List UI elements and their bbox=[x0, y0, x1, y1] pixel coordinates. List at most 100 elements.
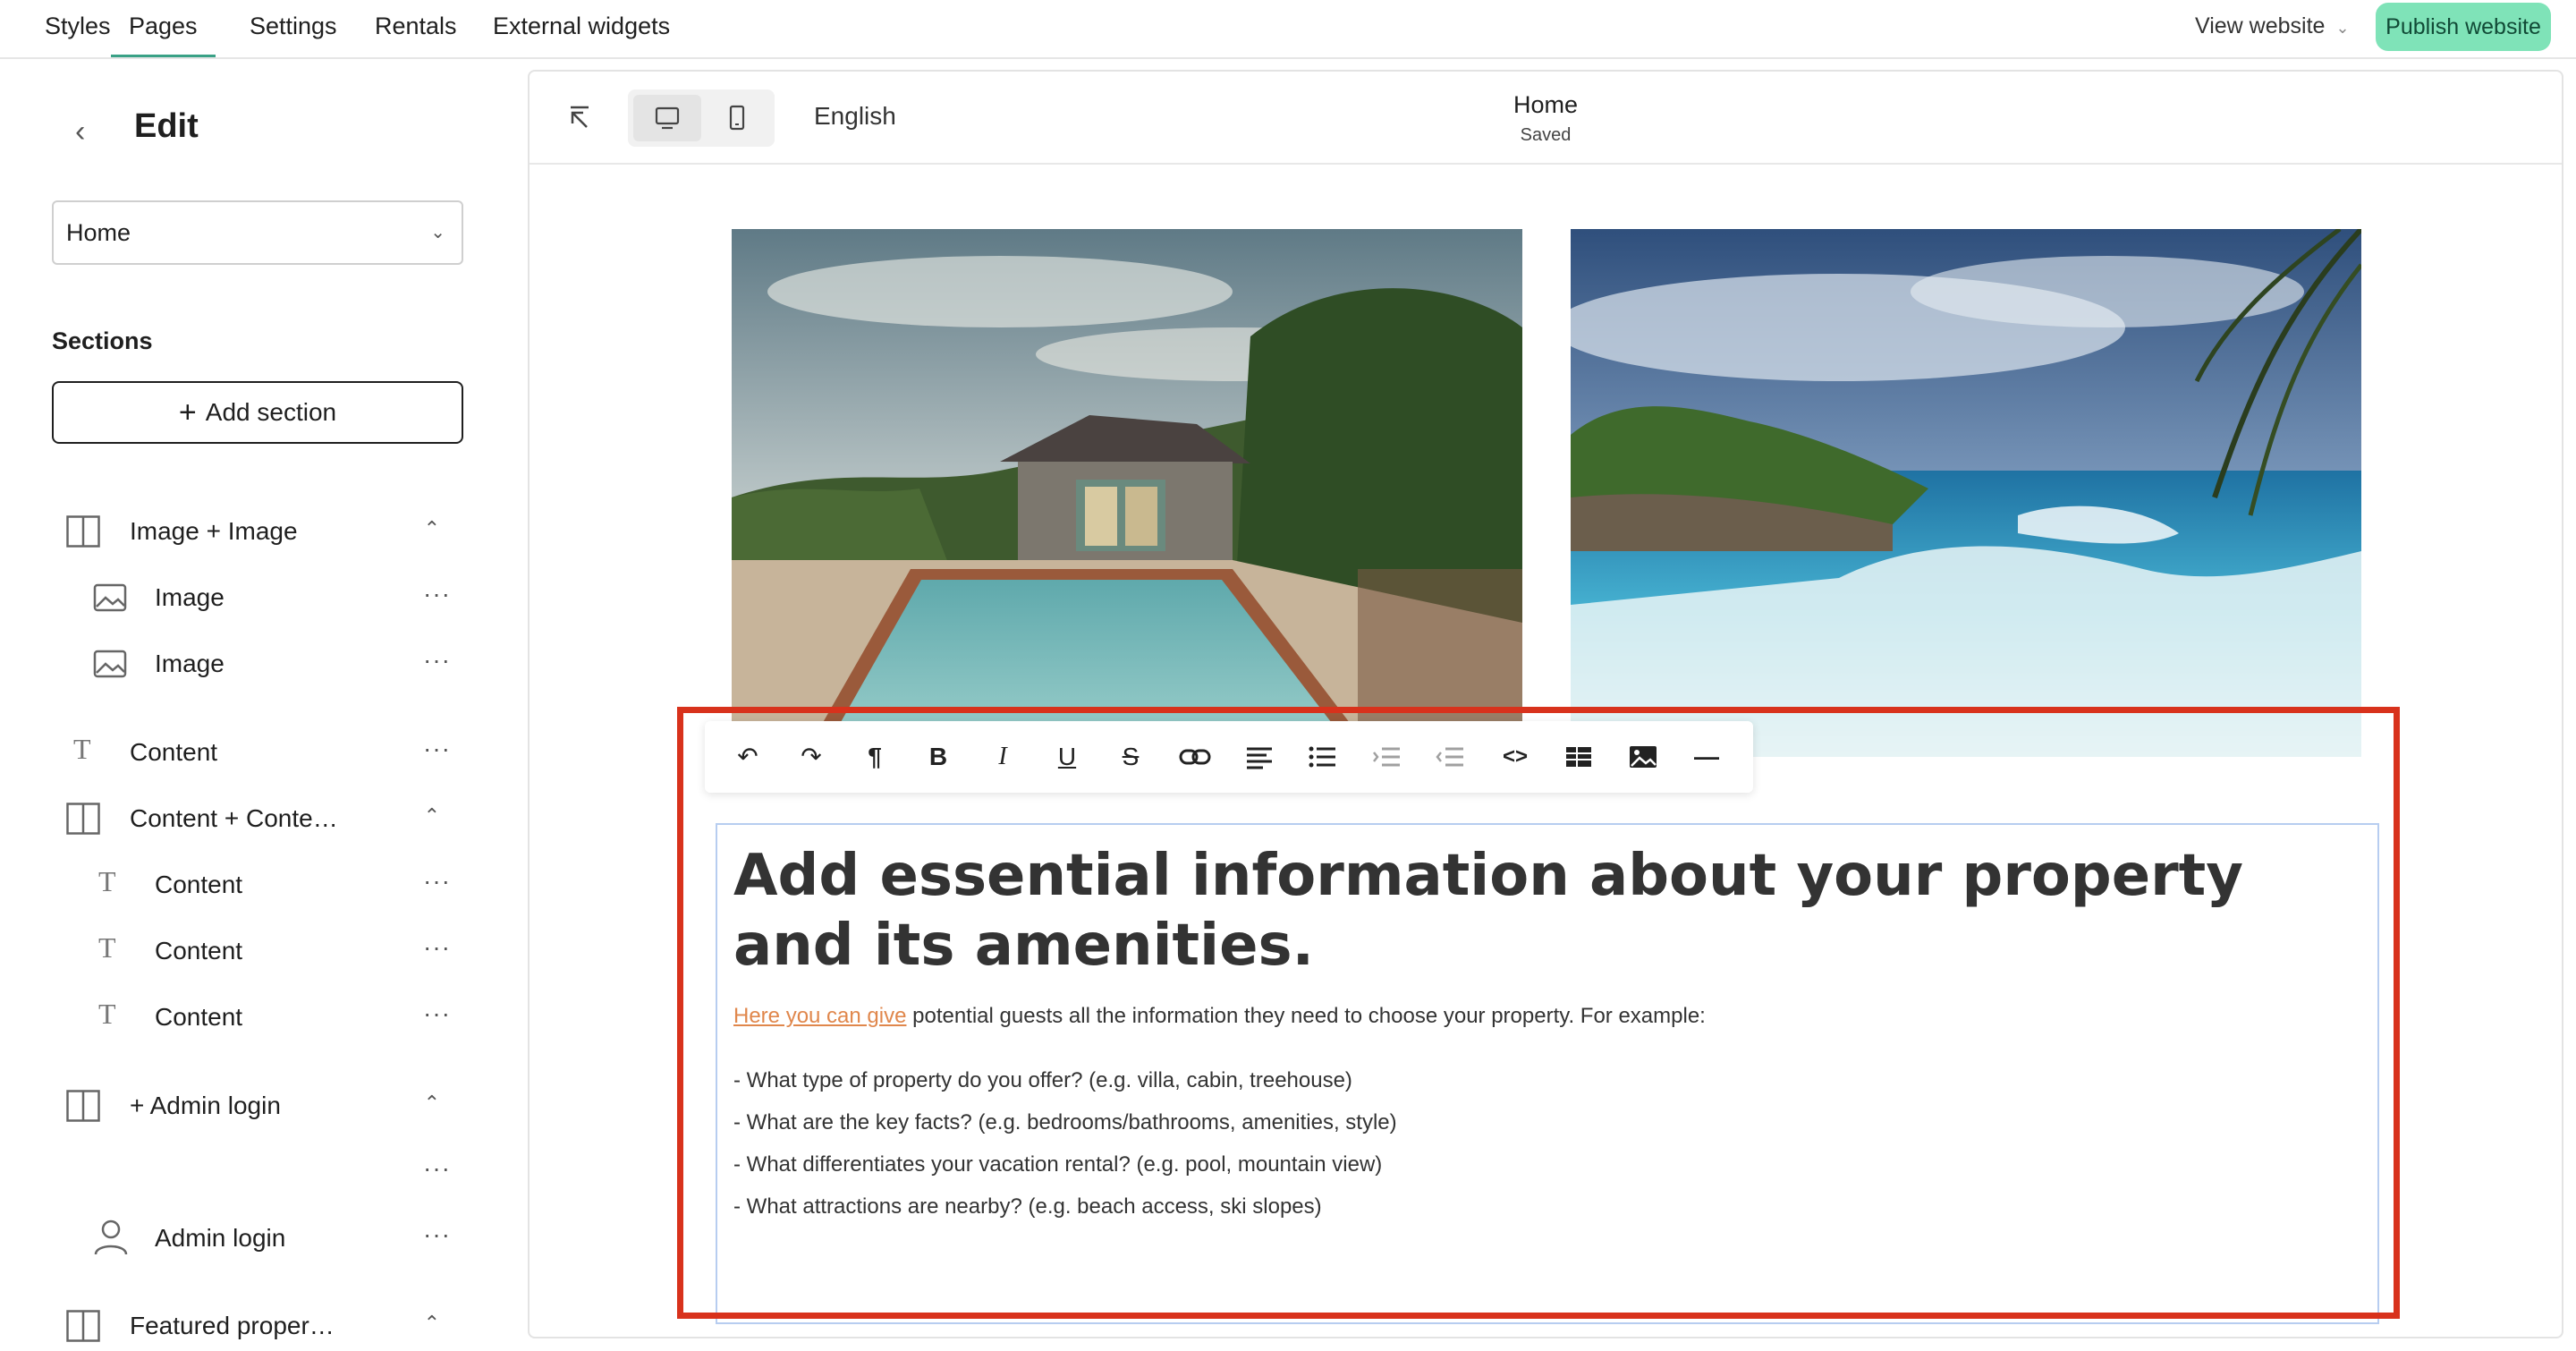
save-status: Saved bbox=[1520, 125, 1572, 145]
indent-glyph bbox=[1373, 747, 1400, 767]
more-options-icon[interactable]: ··· bbox=[423, 646, 451, 675]
content-bullet[interactable]: - What are the key facts? (e.g. bedrooms… bbox=[733, 1110, 1397, 1135]
image-icon bbox=[93, 583, 127, 612]
section-item-label: Image bbox=[155, 650, 225, 677]
underline-icon[interactable]: U bbox=[1046, 735, 1089, 778]
chevron-up-icon[interactable]: ⌃ bbox=[424, 1092, 440, 1115]
section-item-content[interactable]: T Content ··· bbox=[0, 990, 528, 1044]
text-icon: T bbox=[98, 998, 116, 1030]
text-icon: T bbox=[73, 733, 91, 765]
list-glyph bbox=[1309, 746, 1335, 768]
chevron-up-icon[interactable]: ⌃ bbox=[424, 517, 440, 540]
columns-icon bbox=[66, 1090, 100, 1122]
section-item-label: Image bbox=[155, 583, 225, 611]
more-options-icon[interactable]: ··· bbox=[423, 580, 451, 608]
section-item-content-content[interactable]: Content + Conte… ⌃ bbox=[0, 792, 528, 845]
bullet-list-icon[interactable] bbox=[1301, 735, 1344, 778]
text-icon: T bbox=[98, 931, 116, 964]
view-website-label: View website bbox=[2195, 13, 2326, 38]
ocean-image[interactable] bbox=[1571, 229, 2361, 757]
more-options-icon[interactable]: ··· bbox=[423, 867, 451, 896]
pool-house-image[interactable] bbox=[732, 229, 1522, 757]
add-section-button[interactable]: + Add section bbox=[52, 381, 463, 444]
text-icon: T bbox=[98, 865, 116, 897]
tab-rentals[interactable]: Rentals bbox=[375, 0, 457, 57]
redo-icon[interactable]: ↷ bbox=[790, 735, 833, 778]
link-icon[interactable] bbox=[1174, 735, 1216, 778]
indent-icon[interactable] bbox=[1366, 735, 1409, 778]
paragraph-icon[interactable]: ¶ bbox=[853, 735, 896, 778]
italic-icon[interactable]: I bbox=[981, 735, 1024, 778]
more-options-icon[interactable]: ··· bbox=[423, 1220, 451, 1249]
content-bullet[interactable]: - What type of property do you offer? (e… bbox=[733, 1068, 1352, 1093]
strikethrough-icon[interactable]: S bbox=[1109, 735, 1152, 778]
tab-settings[interactable]: Settings bbox=[250, 0, 337, 57]
back-chevron-icon[interactable]: ‹ bbox=[75, 115, 85, 149]
sidebar: ‹ Edit Home ⌄ Sections + Add section Imag… bbox=[0, 59, 528, 1351]
sections-heading: Sections bbox=[52, 327, 153, 354]
align-glyph bbox=[1247, 747, 1272, 769]
section-item-image[interactable]: Image ··· bbox=[0, 571, 528, 625]
table-icon[interactable] bbox=[1557, 735, 1600, 778]
outdent-glyph bbox=[1436, 747, 1463, 767]
chevron-down-icon: ⌄ bbox=[430, 223, 445, 242]
content-bullet[interactable]: - What differentiates your vacation rent… bbox=[733, 1152, 1382, 1177]
section-item-content[interactable]: T Content ··· bbox=[0, 858, 528, 912]
section-item-image-image[interactable]: Image + Image ⌃ bbox=[0, 505, 528, 558]
section-item-label: Image + Image bbox=[130, 517, 298, 545]
section-item-admin-login[interactable]: Admin login ··· bbox=[0, 1211, 528, 1265]
intro-text: potential guests all the information the… bbox=[906, 1004, 1706, 1028]
pool-house-photo bbox=[732, 229, 1522, 757]
add-section-label: Add section bbox=[205, 398, 337, 426]
sidebar-title: Edit bbox=[134, 107, 199, 145]
page-select-value: Home bbox=[66, 219, 131, 246]
content-intro[interactable]: Here you can give potential guests all t… bbox=[733, 1004, 1706, 1029]
tab-external-widgets[interactable]: External widgets bbox=[493, 0, 670, 57]
insert-image-icon[interactable] bbox=[1622, 735, 1665, 778]
view-website-dropdown[interactable]: View website ⌄ bbox=[2195, 0, 2350, 52]
formatting-toolbar: ↶ ↷ ¶ B I U S <> — bbox=[705, 721, 1753, 793]
chevron-up-icon[interactable]: ⌃ bbox=[424, 804, 440, 828]
tab-styles[interactable]: Styles bbox=[45, 0, 111, 57]
outdent-icon[interactable] bbox=[1429, 735, 1472, 778]
horizontal-rule-icon[interactable]: — bbox=[1685, 735, 1728, 778]
page-select[interactable]: Home ⌄ bbox=[52, 200, 463, 265]
columns-icon bbox=[66, 515, 100, 548]
undo-icon[interactable]: ↶ bbox=[726, 735, 769, 778]
publish-website-button[interactable]: Publish website bbox=[2376, 3, 2551, 51]
columns-icon bbox=[66, 1310, 100, 1342]
content-editor[interactable]: Add essential information about your pro… bbox=[716, 823, 2379, 1324]
section-item-label: + Admin login bbox=[130, 1092, 281, 1119]
section-item-label: Content bbox=[130, 738, 218, 766]
align-left-icon[interactable] bbox=[1238, 735, 1281, 778]
more-options-icon[interactable]: ··· bbox=[423, 999, 451, 1028]
more-options-icon[interactable]: ··· bbox=[423, 1154, 451, 1183]
content-bullet[interactable]: - What attractions are nearby? (e.g. bea… bbox=[733, 1194, 1322, 1219]
section-item-empty[interactable]: ··· bbox=[0, 1145, 528, 1199]
table-glyph bbox=[1566, 747, 1591, 767]
columns-icon bbox=[66, 803, 100, 835]
more-options-icon[interactable]: ··· bbox=[423, 933, 451, 962]
more-options-icon[interactable]: ··· bbox=[423, 735, 451, 763]
section-item-label: Featured proper… bbox=[130, 1312, 335, 1339]
section-item-admin-login-group[interactable]: + Admin login ⌃ bbox=[0, 1079, 528, 1133]
intro-link[interactable]: Here you can give bbox=[733, 1004, 906, 1028]
section-item-label: Content bbox=[155, 871, 243, 898]
content-headline[interactable]: Add essential information about your pro… bbox=[733, 841, 2343, 981]
top-navigation: Styles Pages Settings Rentals External w… bbox=[0, 0, 2576, 59]
page-title: Home bbox=[1513, 91, 1579, 118]
bold-icon[interactable]: B bbox=[917, 735, 960, 778]
tab-pages[interactable]: Pages bbox=[111, 0, 216, 57]
section-item-featured-properties[interactable]: Featured proper… ⌃ bbox=[0, 1299, 528, 1351]
ocean-photo bbox=[1571, 229, 2361, 757]
code-icon[interactable]: <> bbox=[1494, 735, 1537, 778]
section-item-label: Content bbox=[155, 937, 243, 964]
section-item-content[interactable]: T Content ··· bbox=[0, 726, 528, 779]
section-item-label: Content bbox=[155, 1003, 243, 1031]
chevron-up-icon[interactable]: ⌃ bbox=[424, 1312, 440, 1335]
section-item-image[interactable]: Image ··· bbox=[0, 637, 528, 691]
section-item-label: Content + Conte… bbox=[130, 804, 338, 832]
section-item-content[interactable]: T Content ··· bbox=[0, 924, 528, 978]
image-glyph bbox=[1630, 746, 1657, 768]
user-icon bbox=[94, 1219, 128, 1255]
